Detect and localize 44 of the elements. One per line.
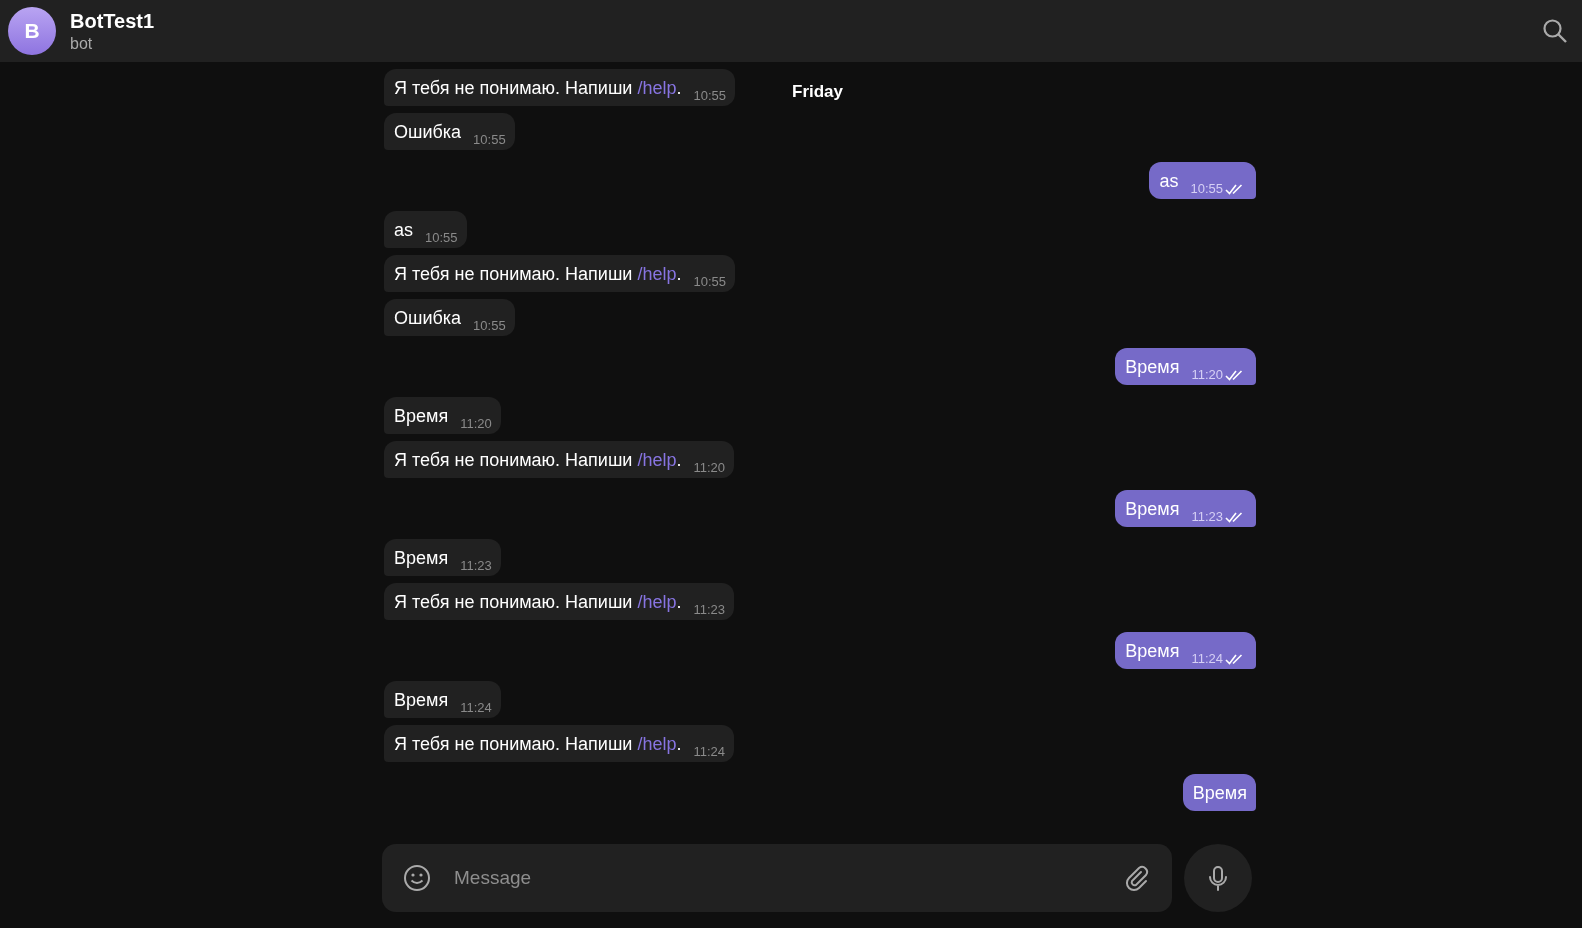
message-time: 11:23	[460, 558, 492, 573]
message-text: as	[1159, 170, 1179, 193]
date-label: Friday	[792, 82, 844, 102]
message-time: 11:23	[693, 602, 726, 617]
message-text: Время	[1192, 782, 1247, 805]
message-time: 10:55	[473, 132, 506, 147]
message-time: 11:20	[460, 416, 492, 431]
message-text: Ошибка	[394, 121, 462, 144]
message-field[interactable]: Message	[382, 844, 1172, 912]
message-time: 11:20	[693, 460, 726, 475]
message-time: 10:55	[693, 88, 727, 103]
message-time: 11:24	[460, 700, 492, 715]
message-time: 11:24	[693, 744, 726, 759]
message-text: Время	[1125, 356, 1180, 379]
message-text: as	[394, 219, 413, 242]
command-link[interactable]: /help	[637, 734, 677, 754]
avatar[interactable]: B	[8, 7, 56, 55]
message-time: 10:55	[1190, 181, 1223, 196]
message-text: Я тебя не понимаю. Напиши /help.	[394, 263, 682, 286]
message-text: Ошибка	[394, 307, 462, 330]
message-time: 10:55	[693, 274, 727, 289]
emoji-icon[interactable]	[402, 863, 432, 893]
message-time: 10:55	[425, 230, 458, 245]
message-text: Я тебя не понимаю. Напиши /help.	[394, 77, 682, 100]
message-text: Время	[394, 689, 449, 712]
command-link[interactable]: /help	[637, 78, 677, 98]
command-link[interactable]: /help	[637, 264, 677, 284]
message-text: Время	[394, 547, 449, 570]
command-link[interactable]: /help	[637, 450, 677, 470]
message-time: 11:24	[1191, 651, 1223, 666]
search-icon[interactable]	[1542, 18, 1568, 44]
message-text: Я тебя не понимаю. Напиши /help.	[394, 591, 682, 614]
message-text: Время	[1125, 498, 1180, 521]
command-link[interactable]: /help	[637, 592, 677, 612]
message-text: Я тебя не понимаю. Напиши /help.	[394, 733, 682, 756]
message-time: 11:23	[1191, 509, 1223, 524]
chat-subtitle: bot	[70, 34, 94, 53]
chat-title: BotTest1	[70, 9, 156, 33]
message-time: 10:55	[473, 318, 506, 333]
message-text: Время	[394, 405, 449, 428]
message-input[interactable]: Message	[452, 866, 1102, 890]
message-text: Время	[1125, 640, 1180, 663]
message-time: 11:20	[1191, 367, 1223, 382]
message-text: Я тебя не понимаю. Напиши /help.	[394, 449, 682, 472]
